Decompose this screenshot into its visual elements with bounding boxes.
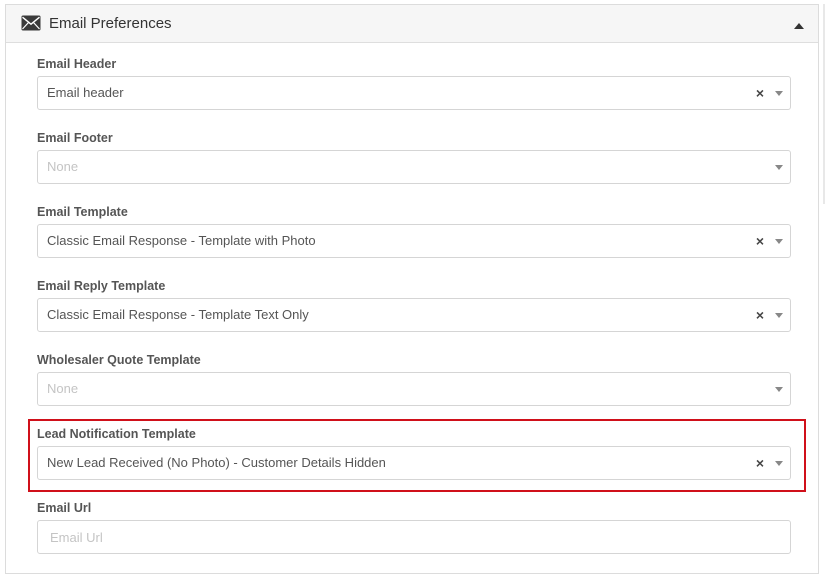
clear-icon[interactable]: × xyxy=(756,306,764,324)
clear-icon[interactable]: × xyxy=(756,232,764,250)
chevron-down-icon[interactable] xyxy=(775,461,783,466)
wholesaler-quote-template-select[interactable]: None xyxy=(37,372,791,406)
scrollbar[interactable] xyxy=(823,4,825,204)
email-url-input[interactable] xyxy=(37,520,791,554)
wholesaler-quote-template-placeholder: None xyxy=(47,381,79,396)
email-footer-placeholder: None xyxy=(47,159,79,174)
lead-notification-template-value: New Lead Received (No Photo) - Customer … xyxy=(47,455,386,470)
email-footer-select[interactable]: None xyxy=(37,150,791,184)
envelope-icon xyxy=(21,15,41,31)
panel-title: Email Preferences xyxy=(49,15,172,32)
email-template-label: Email Template xyxy=(37,205,128,219)
email-reply-template-label: Email Reply Template xyxy=(37,279,166,293)
email-reply-template-value: Classic Email Response - Template Text O… xyxy=(47,307,309,322)
email-header-label: Email Header xyxy=(37,57,117,71)
wholesaler-quote-template-label: Wholesaler Quote Template xyxy=(37,353,201,367)
email-header-value: Email header xyxy=(47,85,124,100)
email-url-label: Email Url xyxy=(37,501,92,515)
caret-up-icon[interactable] xyxy=(793,18,805,29)
clear-icon[interactable]: × xyxy=(756,454,764,472)
lead-notification-template-select[interactable]: New Lead Received (No Photo) - Customer … xyxy=(37,446,791,480)
clear-icon[interactable]: × xyxy=(756,84,764,102)
chevron-down-icon[interactable] xyxy=(775,91,783,96)
chevron-down-icon[interactable] xyxy=(775,387,783,392)
email-preferences-panel: Email Preferences Email Header Email hea… xyxy=(5,4,819,574)
email-footer-label: Email Footer xyxy=(37,131,113,145)
chevron-down-icon[interactable] xyxy=(775,239,783,244)
chevron-down-icon[interactable] xyxy=(775,165,783,170)
chevron-down-icon[interactable] xyxy=(775,313,783,318)
email-header-select[interactable]: Email header × xyxy=(37,76,791,110)
email-reply-template-select[interactable]: Classic Email Response - Template Text O… xyxy=(37,298,791,332)
email-template-value: Classic Email Response - Template with P… xyxy=(47,233,316,248)
lead-notification-template-label: Lead Notification Template xyxy=(37,427,196,441)
panel-header[interactable]: Email Preferences xyxy=(6,5,818,43)
email-template-select[interactable]: Classic Email Response - Template with P… xyxy=(37,224,791,258)
